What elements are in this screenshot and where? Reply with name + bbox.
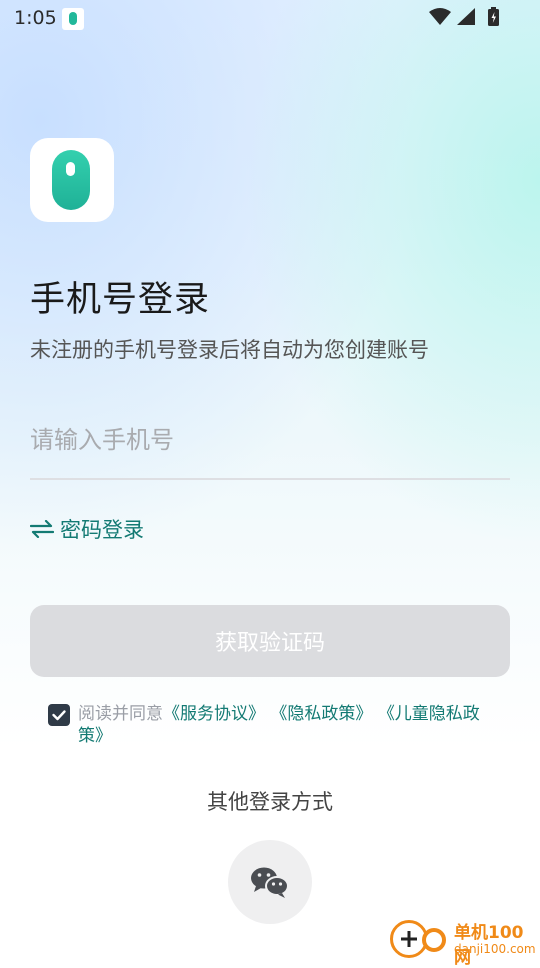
signal-icon <box>457 8 475 25</box>
password-login-label: 密码登录 <box>60 518 144 542</box>
status-icons <box>428 6 502 32</box>
battery-icon <box>488 7 499 26</box>
watermark-url: danji100.com <box>454 942 536 956</box>
plus-icon <box>401 931 417 947</box>
service-agreement-link[interactable]: 《服务协议》 <box>163 704 265 724</box>
watermark: 单机100网 danji100.com <box>388 912 538 968</box>
password-login-link[interactable]: 密码登录 <box>30 514 144 544</box>
watermark-logo-ring <box>422 928 446 952</box>
page-title: 手机号登录 <box>30 280 211 320</box>
agreement-prefix: 阅读并同意 <box>78 704 163 724</box>
logo-dot <box>66 162 75 176</box>
notification-app-icon <box>62 8 84 30</box>
other-login-label: 其他登录方式 <box>207 790 333 814</box>
status-bar: 1:05 <box>0 0 540 36</box>
get-code-button[interactable]: 获取验证码 <box>30 605 510 677</box>
wifi-icon <box>429 8 451 25</box>
privacy-policy-link[interactable]: 《隐私政策》 <box>270 704 372 724</box>
phone-input[interactable] <box>30 402 510 480</box>
agreement-checkbox[interactable] <box>48 704 70 726</box>
agreement-text: 阅读并同意《服务协议》 《隐私政策》 《儿童隐私政策》 <box>78 703 498 747</box>
check-icon <box>52 710 66 721</box>
wechat-icon <box>251 867 289 898</box>
app-logo <box>30 138 114 222</box>
wechat-login-button[interactable] <box>228 840 312 924</box>
switch-icon <box>30 520 54 538</box>
status-time: 1:05 <box>14 7 57 29</box>
logo-icon <box>52 150 90 210</box>
page-subtitle: 未注册的手机号登录后将自动为您创建账号 <box>30 338 429 362</box>
